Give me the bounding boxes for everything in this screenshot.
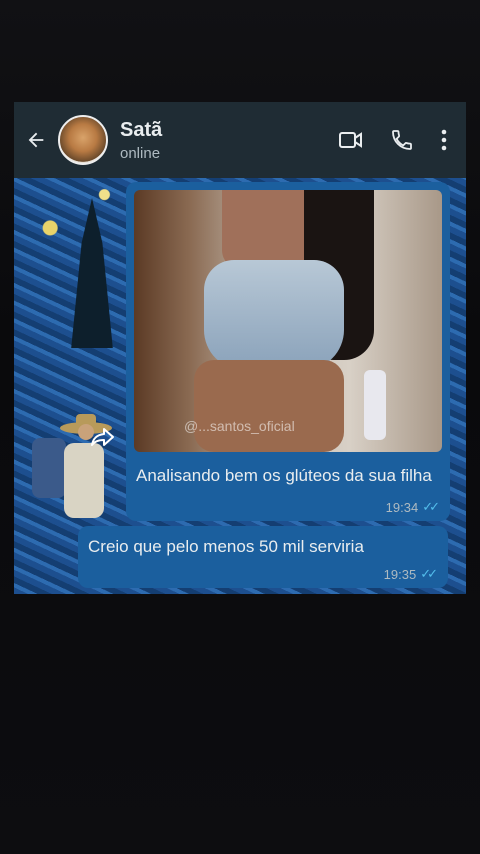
contact-name: Satã [120,118,163,141]
chat-screen: Satã online @...santos_oficial Analisand… [14,102,466,594]
message-time: 19:35 [383,566,417,582]
message-photo[interactable]: @...santos_oficial [134,190,442,452]
wallpaper-cypress [71,198,113,348]
device-frame: Satã online @...santos_oficial Analisand… [0,0,480,854]
menu-button[interactable] [440,128,448,152]
more-vert-icon [441,129,447,151]
contact-info[interactable]: Satã online [120,119,338,162]
photo-watermark: @...santos_oficial [184,418,295,434]
header-actions [338,128,448,152]
message-meta: 19:34 ✓✓ [385,499,440,515]
double-check-icon: ✓✓ [422,499,440,514]
forward-button[interactable] [88,422,118,452]
avatar[interactable] [58,115,108,165]
contact-status: online [120,144,161,162]
text-message[interactable]: Creio que pelo menos 50 mil serviria 19:… [78,526,448,588]
chat-header: Satã online [14,102,466,178]
voice-call-button[interactable] [390,128,414,152]
double-check-icon: ✓✓ [420,566,438,581]
message-text: Creio que pelo menos 50 mil serviria [88,537,364,556]
chat-wallpaper: @...santos_oficial Analisando bem os glú… [14,178,466,594]
forward-icon [91,428,114,446]
video-call-button[interactable] [338,129,364,151]
message-caption: Analisando bem os glúteos da sua filha [136,466,432,485]
message-time: 19:34 [385,499,419,515]
phone-icon [392,130,412,150]
video-camera-icon [339,132,362,148]
wallpaper-traveler [32,414,112,518]
message-meta: 19:35 ✓✓ [383,566,438,582]
back-button[interactable] [14,102,58,178]
arrow-left-icon [28,132,44,148]
incoming-image-message[interactable]: @...santos_oficial Analisando bem os glú… [126,182,450,521]
